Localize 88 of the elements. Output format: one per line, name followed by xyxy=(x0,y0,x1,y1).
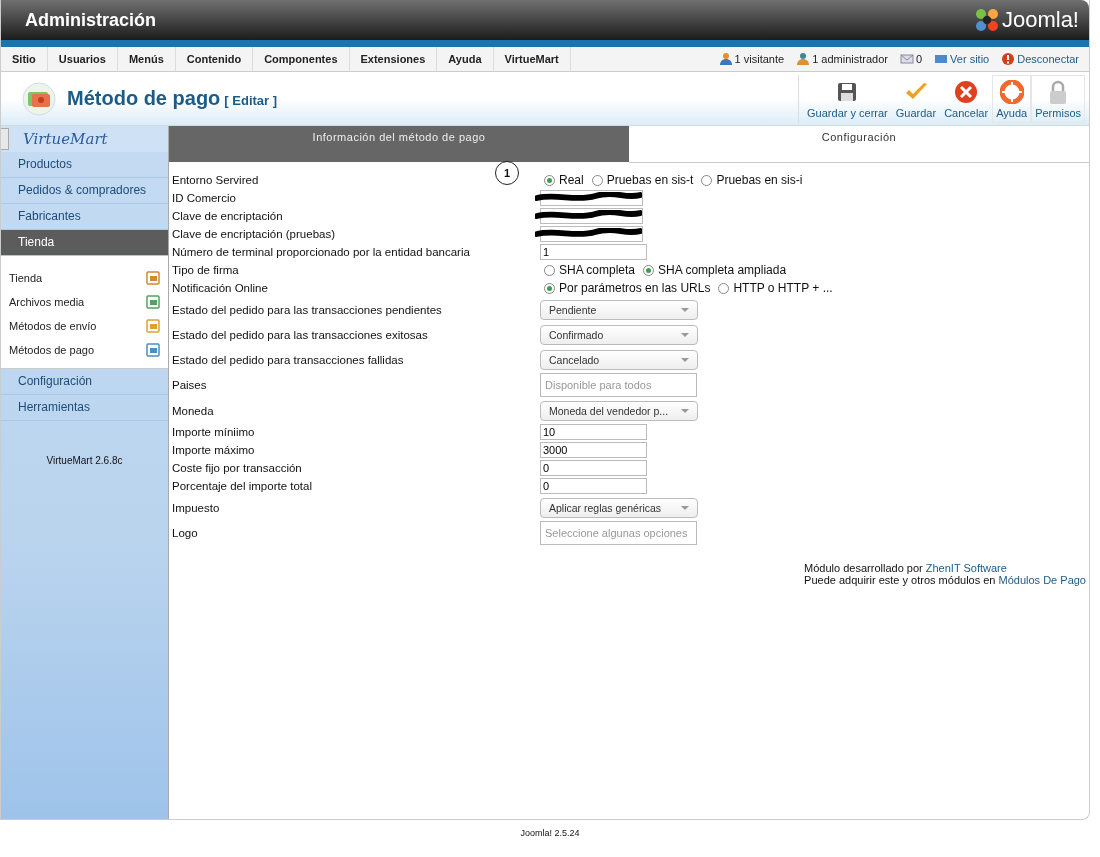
field-label: Estado del pedido para las transacciones pendientes xyxy=(172,303,443,316)
flower-logo-icon xyxy=(973,7,1000,33)
sidebar-item[interactable]: Configuración xyxy=(1,369,168,395)
page-title: Método de pago xyxy=(67,87,221,110)
field-label: Clave de encriptación xyxy=(172,210,284,222)
field-label: Paises xyxy=(172,379,208,391)
alert-icon xyxy=(1001,52,1016,66)
field-label: ID Comercio xyxy=(172,192,237,204)
field-label: Impuesto xyxy=(172,501,221,514)
toolbar-button[interactable]: Guardar xyxy=(891,74,941,123)
status-link[interactable]: 0 xyxy=(915,53,923,65)
radio-option[interactable]: SHA completa xyxy=(544,263,636,277)
status-link[interactable]: Ver sitio xyxy=(950,53,990,65)
site-title: Administración xyxy=(25,9,157,31)
toolbar-button[interactable]: Guardar y cerrar xyxy=(803,74,892,123)
sidebar-item[interactable]: Tienda xyxy=(1,230,168,256)
person-icon xyxy=(796,52,811,66)
menu-item[interactable]: Menús xyxy=(117,47,176,71)
radio-option[interactable]: Pruebas en sis-t xyxy=(591,173,694,187)
input-field[interactable]: 3000 xyxy=(540,442,647,458)
toolbar-button[interactable]: Ayuda xyxy=(992,74,1032,123)
menu-item[interactable]: Ayuda xyxy=(437,47,494,71)
field-label: Coste fijo por transacción xyxy=(172,462,303,474)
menu-item[interactable]: Extensiones xyxy=(349,47,438,71)
collapse-handle[interactable] xyxy=(1,128,9,150)
submenu-item[interactable]: Tienda xyxy=(9,272,43,284)
menu-item[interactable]: Contenido xyxy=(175,47,254,71)
monitor-icon xyxy=(934,52,949,66)
input-field[interactable]: 10 xyxy=(540,424,647,440)
status-link[interactable]: 1 administrador xyxy=(812,53,888,65)
brand-logo-text: VirtueMart xyxy=(23,130,108,148)
field-label: Número de terminal proporcionado por la entidad bancaria xyxy=(172,246,471,258)
dropdown[interactable]: Confirmado xyxy=(540,324,698,345)
field-label: Tipo de firma xyxy=(172,264,240,276)
field-label: Estado del pedido para transacciones fallidas xyxy=(172,353,405,366)
field-label: Clave de encriptación (pruebas) xyxy=(172,228,336,240)
document-icon xyxy=(146,343,160,357)
field-label: Notificación Online xyxy=(172,282,269,294)
dropdown[interactable]: Pendiente xyxy=(540,299,698,320)
radio-option[interactable]: SHA completa ampliada xyxy=(643,263,787,277)
credit-link[interactable]: ZhenIT Software xyxy=(925,562,1007,574)
input-field[interactable]: 1 xyxy=(540,244,647,260)
credit-text: Puede adquirir este y otros módulos en Módulos De Pago xyxy=(804,574,1086,586)
radio-option[interactable]: Pruebas en sis-i xyxy=(701,173,803,187)
document-icon xyxy=(146,295,160,309)
document-icon xyxy=(146,319,160,333)
sidebar-item[interactable]: Herramientas xyxy=(1,395,168,421)
dropdown[interactable]: Cancelado xyxy=(540,349,698,370)
person-icon xyxy=(718,52,733,66)
input-field[interactable]: 0 xyxy=(540,478,647,494)
field-label: Estado del pedido para las transacciones exitosas xyxy=(172,328,429,341)
field-label: Moneda xyxy=(172,404,215,417)
page-subtitle: [ Editar ] xyxy=(224,93,278,108)
submenu-item[interactable]: Métodos de pago xyxy=(9,344,94,356)
payment-card-icon xyxy=(21,80,57,117)
radio-option[interactable]: Por parámetros en las URLs xyxy=(544,281,711,295)
input-field[interactable]: 0 xyxy=(540,460,647,476)
field-label: Logo xyxy=(172,527,199,539)
sidebar-item[interactable]: Pedidos & compradores xyxy=(1,178,168,204)
radio-option[interactable]: HTTP o HTTP + ... xyxy=(718,281,833,295)
version-text: Joomla! 2.5.24 xyxy=(519,828,581,838)
sidebar-item[interactable]: Productos xyxy=(1,152,168,178)
menu-item[interactable]: Componentes xyxy=(253,47,350,71)
brand-logo-text: Joomla! xyxy=(1001,7,1079,33)
submenu-item[interactable]: Métodos de envío xyxy=(9,320,97,332)
cancel-icon xyxy=(954,79,979,104)
credit-link[interactable]: Módulos De Pago xyxy=(998,574,1086,586)
toolbar-button[interactable]: Cancelar xyxy=(940,74,993,123)
status-link[interactable]: 1 visitante xyxy=(734,53,785,65)
menu-item[interactable]: VirtueMart xyxy=(493,47,571,71)
field-label: Entorno Servired xyxy=(172,174,260,186)
dropdown[interactable]: Moneda del vendedor p... xyxy=(540,400,698,421)
menu-item[interactable]: Sitio xyxy=(1,47,48,71)
status-link[interactable]: Desconectar xyxy=(1017,53,1079,65)
dropdown[interactable]: Aplicar reglas genéricas xyxy=(540,497,698,518)
version-text: VirtueMart 2.6.8c xyxy=(45,455,124,466)
credit-text: Módulo desarrollado por ZhenIT Software xyxy=(804,562,1008,574)
tab[interactable]: Información del método de pago xyxy=(169,126,629,162)
toolbar-button[interactable]: Permisos xyxy=(1031,74,1085,123)
field-label: Importe máximo xyxy=(172,444,256,456)
field-label: Porcentaje del importe total xyxy=(172,480,313,492)
envelope-icon xyxy=(899,52,914,66)
document-icon xyxy=(146,271,160,285)
field-label: Importe míniimo xyxy=(172,426,256,438)
menu-item[interactable]: Usuarios xyxy=(47,47,118,71)
submenu-item[interactable]: Archivos media xyxy=(9,296,85,308)
lifebuoy-icon xyxy=(999,79,1024,104)
radio-option[interactable]: Real xyxy=(544,173,584,187)
